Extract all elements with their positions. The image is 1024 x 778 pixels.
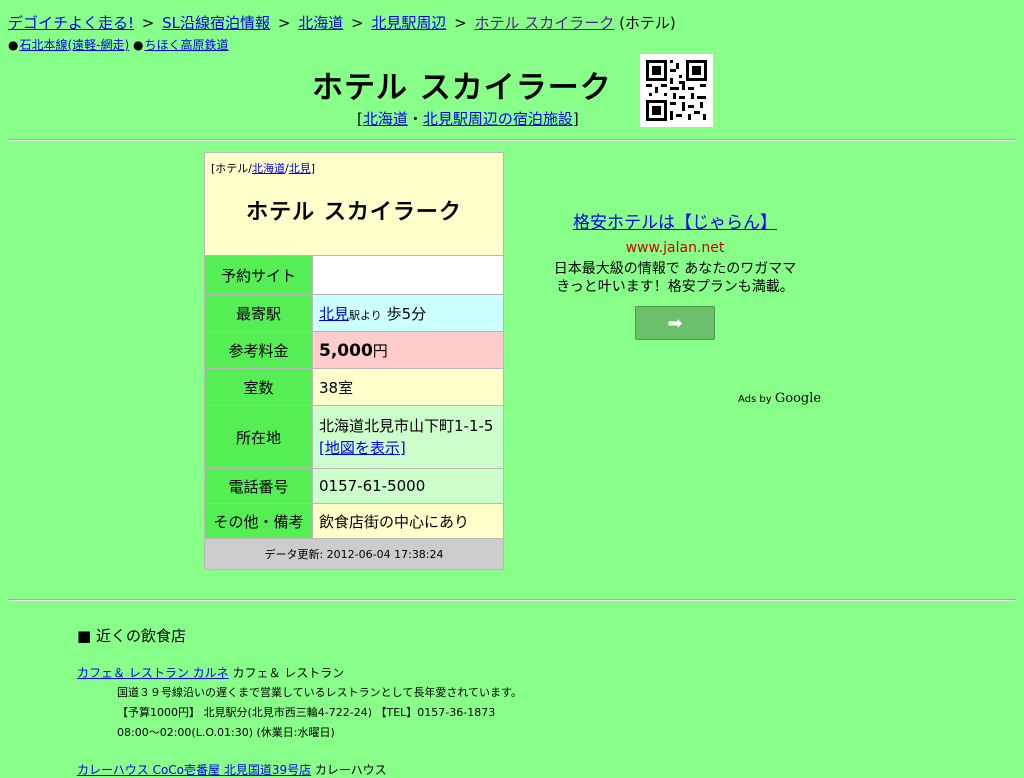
hotel-category: [ホテル/北海道/北見] [205,153,503,176]
ad-url[interactable]: www.jalan.net [530,240,820,256]
ad-description: 日本最大級の情報で あなたのワガママ きっと叶います！格安プランも満載。 [530,260,820,296]
reserve-value [312,255,504,295]
data-updated: データ更新: 2012-06-04 17:38:24 [204,538,504,570]
category-text: ホテル/ [215,162,253,175]
qr-code-icon [640,54,713,127]
divider [8,139,1016,141]
bullet-icon: ● [8,38,19,52]
shop-detail: 【予算1000円】 北見駅分(北見市西三輪4-722-24) 【TEL】0157… [117,706,496,719]
category-kitami-link[interactable]: 北見 [289,162,311,175]
rooms-value: 38室 [312,368,504,406]
notes-value: 飲食店街の中心にあり [312,503,504,539]
line-chihoku-link[interactable]: ちほく高原鉄道 [145,38,229,52]
station-kitami-link[interactable]: 北見 [319,305,349,323]
breadcrumb-separator: > [141,14,155,32]
hotel-name: ホテル スカイラーク [246,200,462,225]
notes-label: その他・備考 [204,503,313,539]
line-sekihoku-link[interactable]: 石北本線(遠軽-網走) [19,38,129,52]
category-hokkaido-link[interactable]: 北海道 [252,162,285,175]
hotel-info-table: [ホテル/北海道/北見] ホテル スカイラーク 予約サイト 最寄駅 北見駅より … [204,152,504,570]
ad-desc-line: きっと叶います！格安プランも満載。 [556,279,794,295]
station-walk: 歩5分 [381,304,427,323]
page-title: ホテル スカイラーク [312,70,612,106]
breadcrumb-hokkaido-link[interactable]: 北海道 [298,14,343,32]
breadcrumb-separator: > [454,14,467,32]
breadcrumb-home-link[interactable]: デゴイチよく走る! [8,14,134,32]
sub-kitami-lodging-link[interactable]: 北見駅周辺の宿泊施設 [423,110,573,128]
shop-link[interactable]: カフェ＆ レストラン カルネ [77,666,229,680]
breadcrumb-kitami-link[interactable]: 北見駅周辺 [371,14,446,32]
tel-value: 0157-61-5000 [312,468,504,504]
dot-separator: ・ [407,110,423,128]
bracket-close: ] [310,162,316,175]
nearby-restaurants: ■ 近くの飲食店 カフェ＆ レストラン カルネ カフェ＆ レストラン 国道３９号… [77,625,977,778]
station-label: 最寄駅 [204,294,313,332]
ad-block: 格安ホテルは【じゃらん】 www.jalan.net 日本最大級の情報で あなた… [530,208,820,340]
breadcrumb-sl-lodging-link[interactable]: SL沿線宿泊情報 [162,14,270,32]
breadcrumb-hotel-link[interactable]: ホテル スカイラーク [475,14,615,32]
google-logo: Google [774,391,822,406]
bracket-close: ] [572,110,579,128]
shop-type: カレーハウス [311,763,387,777]
railway-lines: ●石北本線(遠軽-網走) ●ちほく高原鉄道 [8,36,229,53]
breadcrumb-suffix: (ホテル) [619,14,676,32]
show-map-link[interactable]: [地図を表示] [319,439,406,457]
title-sublinks: [北海道・北見駅周辺の宿泊施設] [357,108,579,129]
ad-desc-line: 日本最大級の情報で あなたのワガママ [553,261,797,277]
station-from: 駅より [349,308,382,322]
bullet-icon: ● [133,38,144,52]
price-unit: 円 [372,341,388,360]
ad-link[interactable]: 格安ホテルは【じゃらん】 [573,213,777,233]
address-value-cell: 北海道北見市山下町1-1-5 [地図を表示] [312,405,504,469]
reserve-label: 予約サイト [204,255,313,295]
breadcrumb-separator: > [277,14,291,32]
nearby-heading: ■ 近くの飲食店 [77,627,186,645]
ad-go-button[interactable]: ➡ [635,306,715,340]
sub-hokkaido-link[interactable]: 北海道 [363,110,408,128]
list-item: カレーハウス CoCo壱番屋 北見国道39号店 カレーハウス [77,761,977,778]
shop-link[interactable]: カレーハウス CoCo壱番屋 北見国道39号店 [77,763,311,777]
station-value: 北見駅より 歩5分 [312,294,504,332]
breadcrumb-separator: > [350,14,364,32]
hotel-header-cell: [ホテル/北海道/北見] ホテル スカイラーク [204,152,504,256]
shop-hours: 08:00～02:00(L.O.01:30) (休業日:水曜日) [117,726,335,739]
shop-description: 国道３９号線沿いの遅くまで営業しているレストランとして長年愛されています。 [117,686,522,699]
shop-type: カフェ＆ レストラン [228,666,345,680]
arrow-right-icon: ➡ [667,312,683,334]
address-value: 北海道北見市山下町1-1-5 [319,417,494,435]
ads-by-text: Ads by [738,394,775,405]
tel-label: 電話番号 [204,468,313,504]
ads-by-google[interactable]: Ads by Google [738,391,821,406]
price-value: 5,000 [319,340,373,361]
address-label: 所在地 [204,405,313,469]
price-value-cell: 5,000円 [312,331,504,369]
rooms-label: 室数 [204,368,313,406]
price-label: 参考料金 [204,331,313,369]
list-item: カフェ＆ レストラン カルネ カフェ＆ レストラン 国道３９号線沿いの遅くまで営… [77,664,977,743]
breadcrumb: デゴイチよく走る! > SL沿線宿泊情報 > 北海道 > 北見駅周辺 > ホテル… [8,12,676,33]
divider [8,599,1016,601]
